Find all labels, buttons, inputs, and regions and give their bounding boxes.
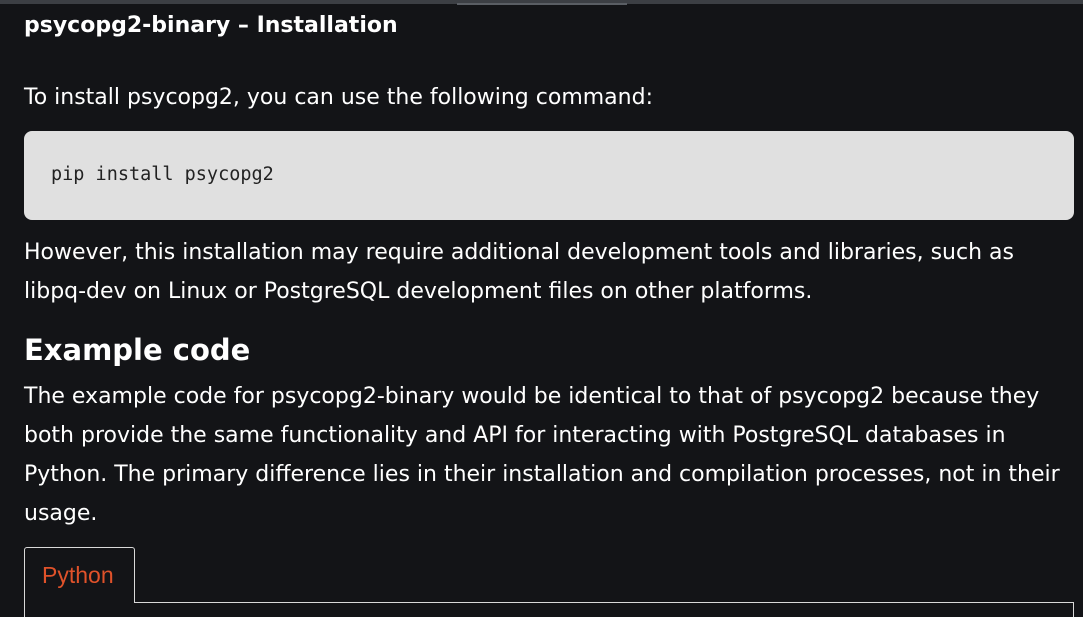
intro-paragraph: To install psycopg2, you can use the fol… (24, 85, 653, 110)
code-tab-bar: Python (24, 547, 1074, 617)
tab-python-label: Python (42, 562, 114, 588)
tab-panel-left-border (24, 602, 25, 617)
section-title: psycopg2-binary – Installation (24, 13, 398, 38)
example-description-paragraph: The example code for psycopg2-binary wou… (24, 384, 1060, 526)
tab-bar-border (134, 602, 1074, 603)
top-scroll-indicator (457, 3, 627, 5)
installation-note-paragraph: However, this installation may require a… (24, 240, 1014, 304)
code-snippet[interactable]: pip install psycopg2 (51, 162, 274, 188)
tab-panel-right-border (1073, 602, 1074, 617)
example-code-heading: Example code (24, 333, 251, 367)
tab-python[interactable]: Python (24, 547, 135, 603)
code-block[interactable]: pip install psycopg2 (24, 131, 1074, 220)
